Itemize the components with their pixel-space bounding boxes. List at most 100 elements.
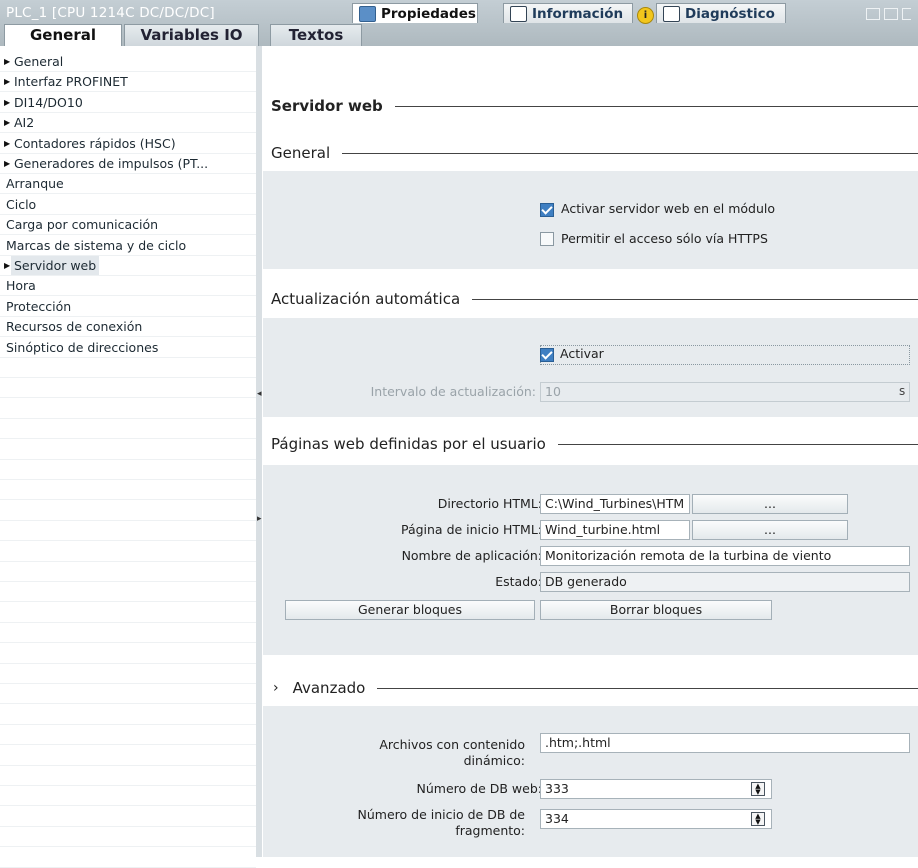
- expand-arrow-icon[interactable]: ▶: [4, 52, 10, 71]
- tree-empty-row: [0, 786, 256, 807]
- tree-item-label: Carga por comunicación: [6, 217, 159, 233]
- advanced-divider: [377, 687, 918, 689]
- delete-blocks-button[interactable]: Borrar bloques: [540, 600, 772, 620]
- tree-empty-row: [0, 399, 256, 419]
- tree-empty-row: [0, 705, 256, 725]
- generate-blocks-button[interactable]: Generar bloques: [285, 600, 535, 620]
- tree-empty-row: [0, 440, 256, 460]
- tab-diagnostics[interactable]: Diagnóstico: [656, 3, 786, 23]
- advanced-heading[interactable]: › Avanzado: [271, 679, 918, 697]
- tree-item-label: Generadores de impulsos (PT...: [14, 156, 209, 171]
- expand-arrow-icon[interactable]: ▶: [4, 134, 10, 153]
- web-db-spinner-icon[interactable]: ▲ ▼: [751, 782, 765, 796]
- status-label: Estado:: [495, 574, 542, 589]
- web-db-number-input[interactable]: 333: [540, 779, 772, 799]
- web-db-number-label: Número de DB web:: [416, 781, 542, 796]
- tab-information[interactable]: Información: [503, 3, 633, 23]
- user-pages-panel: Directorio HTML: C:\Wind_Turbines\HTM ..…: [263, 465, 918, 655]
- fragment-db-spinner-icon[interactable]: ▲ ▼: [751, 812, 765, 826]
- tree-item-label: Recursos de conexión: [6, 319, 143, 335]
- enable-web-server-checkbox[interactable]: [540, 203, 554, 217]
- expand-arrow-icon[interactable]: ▶: [4, 256, 10, 275]
- tree-item[interactable]: Marcas de sistema y de ciclo: [0, 236, 256, 256]
- tree-item[interactable]: ▶ Servidor web: [0, 256, 256, 276]
- diagnostics-icon: [663, 5, 680, 22]
- tree-empty-row: [0, 358, 256, 378]
- panel-splitter[interactable]: [256, 46, 262, 857]
- dynamic-files-input[interactable]: .htm;.html: [540, 733, 910, 753]
- tree-empty-row: [0, 419, 256, 440]
- tree-item-label: Sinóptico de direcciones: [6, 339, 159, 355]
- browse-start-page-button[interactable]: ...: [692, 520, 848, 540]
- tree-item-label: Contadores rápidos (HSC): [14, 135, 176, 151]
- navigation-tree: ▶ General ▶ Interfaz PROFINET ▶ DI14/DO10 ▶ AI2…: [0, 46, 257, 868]
- tree-item[interactable]: ▶ Interfaz PROFINET: [0, 72, 256, 93]
- tree-empty-row: [0, 623, 256, 644]
- tree-item[interactable]: ▶ General: [0, 52, 256, 72]
- tree-item[interactable]: ▶ AI2: [0, 113, 256, 134]
- tree-empty-row: [0, 684, 256, 705]
- restore-window-icon[interactable]: [866, 8, 880, 20]
- expand-chevron-icon[interactable]: ›: [273, 680, 279, 696]
- tab-properties[interactable]: Propiedades: [352, 3, 478, 23]
- tree-item[interactable]: ▶ Generadores de impulsos (PT...: [0, 154, 256, 174]
- tree-empty-row: [0, 521, 256, 542]
- tree-item[interactable]: Arranque: [0, 174, 256, 195]
- info-badge-icon: i: [637, 7, 654, 24]
- tab-information-label: Información: [532, 5, 624, 22]
- subtab-general[interactable]: General: [4, 24, 122, 46]
- activate-auto-update-checkbox[interactable]: [540, 348, 554, 362]
- tree-item[interactable]: Hora: [0, 276, 256, 297]
- device-title: PLC_1 [CPU 1214C DC/DC/DC]: [6, 5, 215, 21]
- tree-item[interactable]: Ciclo: [0, 195, 256, 215]
- https-only-checkbox[interactable]: [540, 232, 554, 246]
- tree-empty-row: [0, 582, 256, 603]
- tree-item[interactable]: ▶ DI14/DO10: [0, 93, 256, 113]
- update-interval-label: Intervalo de actualización:: [370, 384, 536, 399]
- tree-item[interactable]: Sinóptico de direcciones: [0, 338, 256, 358]
- maximize-window-icon[interactable]: [884, 8, 898, 20]
- collapse-left-icon[interactable]: ◂: [257, 389, 262, 399]
- title-divider: [394, 105, 918, 107]
- general-divider: [342, 152, 918, 154]
- menu-chevron-icon[interactable]: [902, 8, 911, 20]
- tree-empty-row: [0, 725, 256, 746]
- html-directory-label: Directorio HTML:: [437, 496, 542, 511]
- start-page-label: Página de inicio HTML:: [400, 522, 542, 537]
- fragment-db-start-input[interactable]: 334: [540, 809, 772, 829]
- tree-item[interactable]: ▶ Contadores rápidos (HSC): [0, 134, 256, 154]
- subtab-io-variables[interactable]: Variables IO: [124, 24, 259, 46]
- tree-item[interactable]: Carga por comunicación: [0, 215, 256, 236]
- browse-directory-button[interactable]: ...: [692, 494, 848, 514]
- tree-item[interactable]: Protección: [0, 297, 256, 317]
- general-heading-label: General: [271, 144, 331, 162]
- expand-right-icon[interactable]: ▸: [257, 514, 262, 524]
- tree-item[interactable]: Recursos de conexión: [0, 317, 256, 338]
- auto-update-divider: [472, 298, 918, 300]
- page-title: Servidor web: [271, 97, 383, 115]
- expand-arrow-icon[interactable]: ▶: [4, 93, 10, 112]
- properties-content: Servidor web General Activar servidor we…: [263, 46, 918, 857]
- subtab-texts[interactable]: Textos: [270, 24, 362, 46]
- tree-empty-row: [0, 480, 256, 501]
- tab-properties-label: Propiedades: [381, 5, 476, 22]
- html-directory-input[interactable]: C:\Wind_Turbines\HTM: [540, 494, 690, 514]
- tree-item-label: Interfaz PROFINET: [14, 74, 128, 90]
- expand-arrow-icon[interactable]: ▶: [4, 154, 10, 173]
- tree-item-label: AI2: [14, 115, 35, 131]
- tree-item-label: Protección: [6, 298, 72, 314]
- tree-empty-row: [0, 807, 256, 827]
- application-name-label: Nombre de aplicación:: [401, 548, 542, 563]
- tree-item-label: General: [14, 54, 64, 69]
- update-interval-input[interactable]: 10: [540, 382, 910, 402]
- tree-empty-row: [0, 603, 256, 623]
- tree-empty-row: [0, 644, 256, 664]
- expand-arrow-icon[interactable]: ▶: [4, 72, 10, 91]
- tree-empty-row: [0, 746, 256, 766]
- expand-arrow-icon[interactable]: ▶: [4, 113, 10, 132]
- start-page-input[interactable]: Wind_turbine.html: [540, 520, 690, 540]
- tree-item-label: Servidor web: [11, 256, 100, 275]
- application-name-input[interactable]: Monitorización remota de la turbina de v…: [540, 546, 910, 566]
- user-pages-heading-label: Páginas web definidas por el usuario: [271, 435, 546, 453]
- tree-empty-row: [0, 378, 256, 399]
